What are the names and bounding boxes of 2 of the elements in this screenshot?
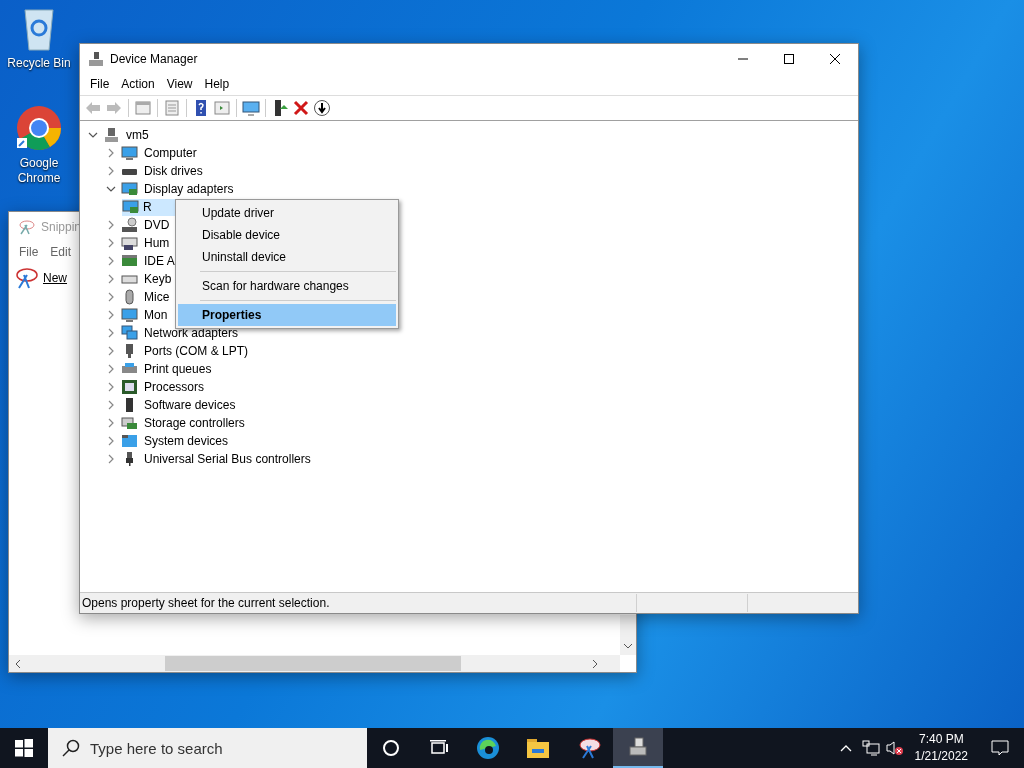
window-title: Device Manager (110, 51, 198, 66)
status-text: Opens property sheet for the current selection. (81, 596, 331, 610)
